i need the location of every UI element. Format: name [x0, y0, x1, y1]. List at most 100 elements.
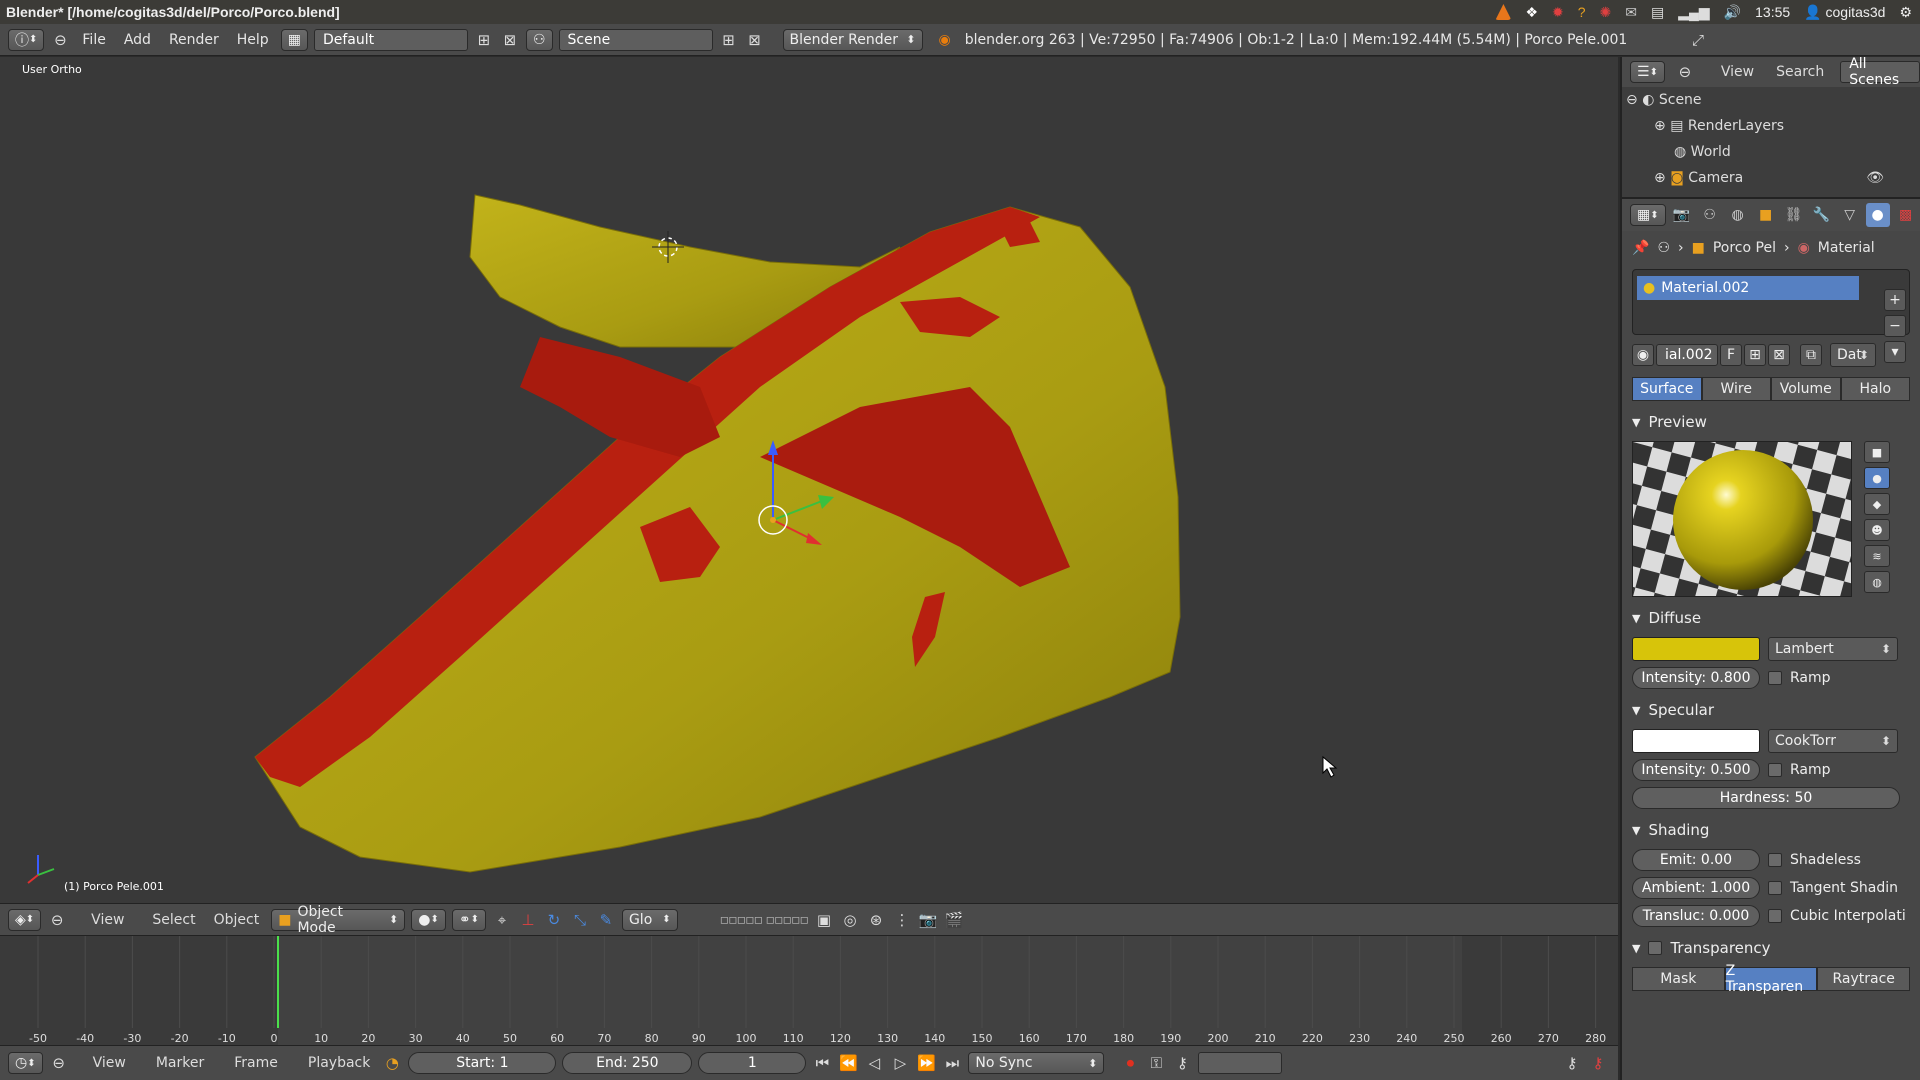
- ambient-field[interactable]: Ambient: 1.000: [1632, 877, 1760, 899]
- material-slot-item[interactable]: ● Material.002: [1637, 276, 1859, 300]
- emit-field[interactable]: Emit: 0.00: [1632, 849, 1760, 871]
- transform-orientation-dropdown[interactable]: Glo ⬍: [621, 908, 678, 931]
- keying-set-field[interactable]: [1198, 1052, 1283, 1074]
- checkbox-box[interactable]: [1768, 853, 1782, 867]
- tangent-shading-checkbox[interactable]: Tangent Shadin: [1768, 880, 1898, 896]
- expand-icon[interactable]: ⊕: [1654, 170, 1666, 186]
- diffuse-ramp-checkbox[interactable]: Ramp: [1768, 670, 1831, 686]
- checkbox-box[interactable]: [1768, 671, 1782, 685]
- alert-icon[interactable]: ✺: [1600, 4, 1612, 21]
- outliner-row-scene[interactable]: ⊖ ◐ Scene: [1622, 87, 1920, 113]
- unlink-material-icon[interactable]: ⊠: [1768, 344, 1790, 366]
- diffuse-shader-dropdown[interactable]: Lambert: [1768, 637, 1898, 661]
- menu-frame[interactable]: Frame: [228, 1055, 284, 1071]
- slot-menu-button[interactable]: ▾: [1884, 341, 1906, 363]
- new-material-icon[interactable]: ⊞: [1744, 344, 1766, 366]
- editor-type-button[interactable]: ◷ ⬍: [8, 1052, 43, 1074]
- remove-scene-icon[interactable]: ⊠: [745, 30, 765, 50]
- transparency-panel-header[interactable]: ▼ Transparency: [1632, 935, 1910, 961]
- tab-z-transparency[interactable]: Z Transparen: [1724, 963, 1818, 995]
- checkbox-box[interactable]: [1768, 881, 1782, 895]
- editor-type-button[interactable]: ◈ ⬍: [8, 908, 42, 931]
- preview-monkey-icon[interactable]: ☻: [1864, 519, 1890, 541]
- rotate-manipulator-icon[interactable]: ↻: [544, 910, 564, 930]
- add-scene-icon[interactable]: ⊞: [719, 30, 739, 50]
- opengl-render-icon[interactable]: 📷: [918, 910, 938, 930]
- translate-manipulator-icon[interactable]: ⊥: [518, 910, 538, 930]
- play-reverse-icon[interactable]: ◁: [864, 1053, 884, 1073]
- jump-start-icon[interactable]: ⏮: [812, 1053, 832, 1073]
- editor-type-button[interactable]: ▦ ⬍: [1630, 204, 1666, 226]
- current-frame-field[interactable]: 1: [698, 1052, 807, 1074]
- material-name-field[interactable]: ial.002: [1656, 344, 1718, 366]
- draw-icon[interactable]: ✎: [596, 910, 616, 930]
- specular-intensity-field[interactable]: Intensity: 0.500: [1632, 759, 1760, 781]
- end-frame-field[interactable]: End: 250: [562, 1052, 693, 1074]
- snap-element-icon[interactable]: ⋮: [892, 910, 912, 930]
- screen-layout-field[interactable]: Default: [313, 28, 468, 51]
- menu-select[interactable]: Select: [146, 912, 201, 928]
- keying-set-icon[interactable]: ⚿: [1146, 1053, 1166, 1073]
- jump-keyframe-forward-icon[interactable]: ⏩: [916, 1053, 936, 1073]
- material-browse-icon[interactable]: ◉: [1632, 344, 1654, 366]
- diffuse-intensity-field[interactable]: Intensity: 0.800: [1632, 667, 1760, 689]
- timeline-canvas[interactable]: -50 -40 -30 -20 -10 0 10 20 30 40 50 60 70 80 90 100 110…: [0, 936, 1618, 1045]
- specular-color-swatch[interactable]: [1632, 729, 1760, 753]
- user-menu[interactable]: 👤 cogitas3d: [1804, 4, 1885, 21]
- visibility-eye-icon[interactable]: 👁: [1866, 170, 1884, 186]
- delete-key-icon[interactable]: ⚷: [1588, 1053, 1608, 1073]
- viewport-shading-dropdown[interactable]: ● ⬍: [411, 908, 446, 931]
- viewport-canvas[interactable]: [0, 57, 1618, 903]
- tab-halo[interactable]: Halo: [1840, 377, 1910, 401]
- specular-shader-dropdown[interactable]: CookTorr: [1768, 729, 1898, 753]
- cubic-interpolation-checkbox[interactable]: Cubic Interpolati: [1768, 908, 1906, 924]
- diffuse-color-swatch[interactable]: [1632, 637, 1760, 661]
- shading-panel-header[interactable]: ▼ Shading: [1632, 817, 1910, 843]
- preview-hair-icon[interactable]: ≋: [1864, 545, 1890, 567]
- outliner-row-camera[interactable]: ⊕ ◙ Camera 👁: [1622, 165, 1920, 191]
- menu-playback[interactable]: Playback: [302, 1055, 376, 1071]
- preview-range-icon[interactable]: ◔: [382, 1053, 402, 1073]
- pig-skin-mesh[interactable]: [254, 194, 1181, 873]
- fullscreen-icon[interactable]: ⤢: [1688, 30, 1708, 50]
- expand-icon[interactable]: ⊖: [1626, 92, 1638, 108]
- hardness-slider[interactable]: Hardness: 50: [1632, 787, 1900, 809]
- render-tab-icon[interactable]: 📷: [1670, 203, 1694, 227]
- tab-volume[interactable]: Volume: [1771, 377, 1841, 401]
- tab-surface[interactable]: Surface: [1632, 377, 1702, 401]
- preview-sphere-icon[interactable]: ●: [1864, 467, 1890, 489]
- help-icon[interactable]: ?: [1578, 4, 1586, 20]
- settings-gear-icon[interactable]: ⚙: [1899, 4, 1912, 21]
- expand-icon[interactable]: ⊕: [1654, 118, 1666, 134]
- sync-dropdown[interactable]: No Sync ⬍: [968, 1052, 1105, 1074]
- constraints-tab-icon[interactable]: ⛓: [1782, 203, 1806, 227]
- specular-panel-header[interactable]: ▼ Specular: [1632, 697, 1910, 723]
- add-slot-button[interactable]: +: [1884, 289, 1906, 311]
- keyframe-icon[interactable]: ⚷: [1172, 1053, 1192, 1073]
- collapse-menu-icon[interactable]: ⊖: [49, 1053, 69, 1073]
- shadeless-checkbox[interactable]: Shadeless: [1768, 852, 1861, 868]
- tab-wire[interactable]: Wire: [1701, 377, 1771, 401]
- material-slot-list[interactable]: ● Material.002: [1632, 269, 1910, 335]
- pivot-point-dropdown[interactable]: ⚭ ⬍: [451, 908, 486, 931]
- vlc-icon[interactable]: [1495, 4, 1512, 20]
- volume-icon[interactable]: 🔊: [1724, 4, 1741, 21]
- insert-key-icon[interactable]: ⚷: [1562, 1053, 1582, 1073]
- network-icon[interactable]: ▂▄▆: [1678, 4, 1709, 21]
- remove-layout-icon[interactable]: ⊠: [500, 30, 520, 50]
- preview-panel-header[interactable]: ▼ Preview: [1632, 409, 1910, 435]
- menu-view[interactable]: View: [87, 1055, 132, 1071]
- object-tab-icon[interactable]: ■: [1754, 203, 1778, 227]
- menu-render[interactable]: Render: [163, 32, 225, 48]
- clipboard-icon[interactable]: ▤: [1651, 4, 1664, 21]
- preview-flat-icon[interactable]: ■: [1864, 441, 1890, 463]
- menu-help[interactable]: Help: [231, 32, 275, 48]
- modifiers-tab-icon[interactable]: 🔧: [1810, 203, 1834, 227]
- update-icon[interactable]: ✹: [1552, 4, 1564, 21]
- remove-slot-button[interactable]: −: [1884, 315, 1906, 337]
- proportional-edit-icon[interactable]: ◎: [840, 910, 860, 930]
- world-tab-icon[interactable]: ◍: [1726, 203, 1750, 227]
- checkbox-box[interactable]: [1768, 763, 1782, 777]
- specular-ramp-checkbox[interactable]: Ramp: [1768, 762, 1831, 778]
- jump-end-icon[interactable]: ⏭: [942, 1053, 962, 1073]
